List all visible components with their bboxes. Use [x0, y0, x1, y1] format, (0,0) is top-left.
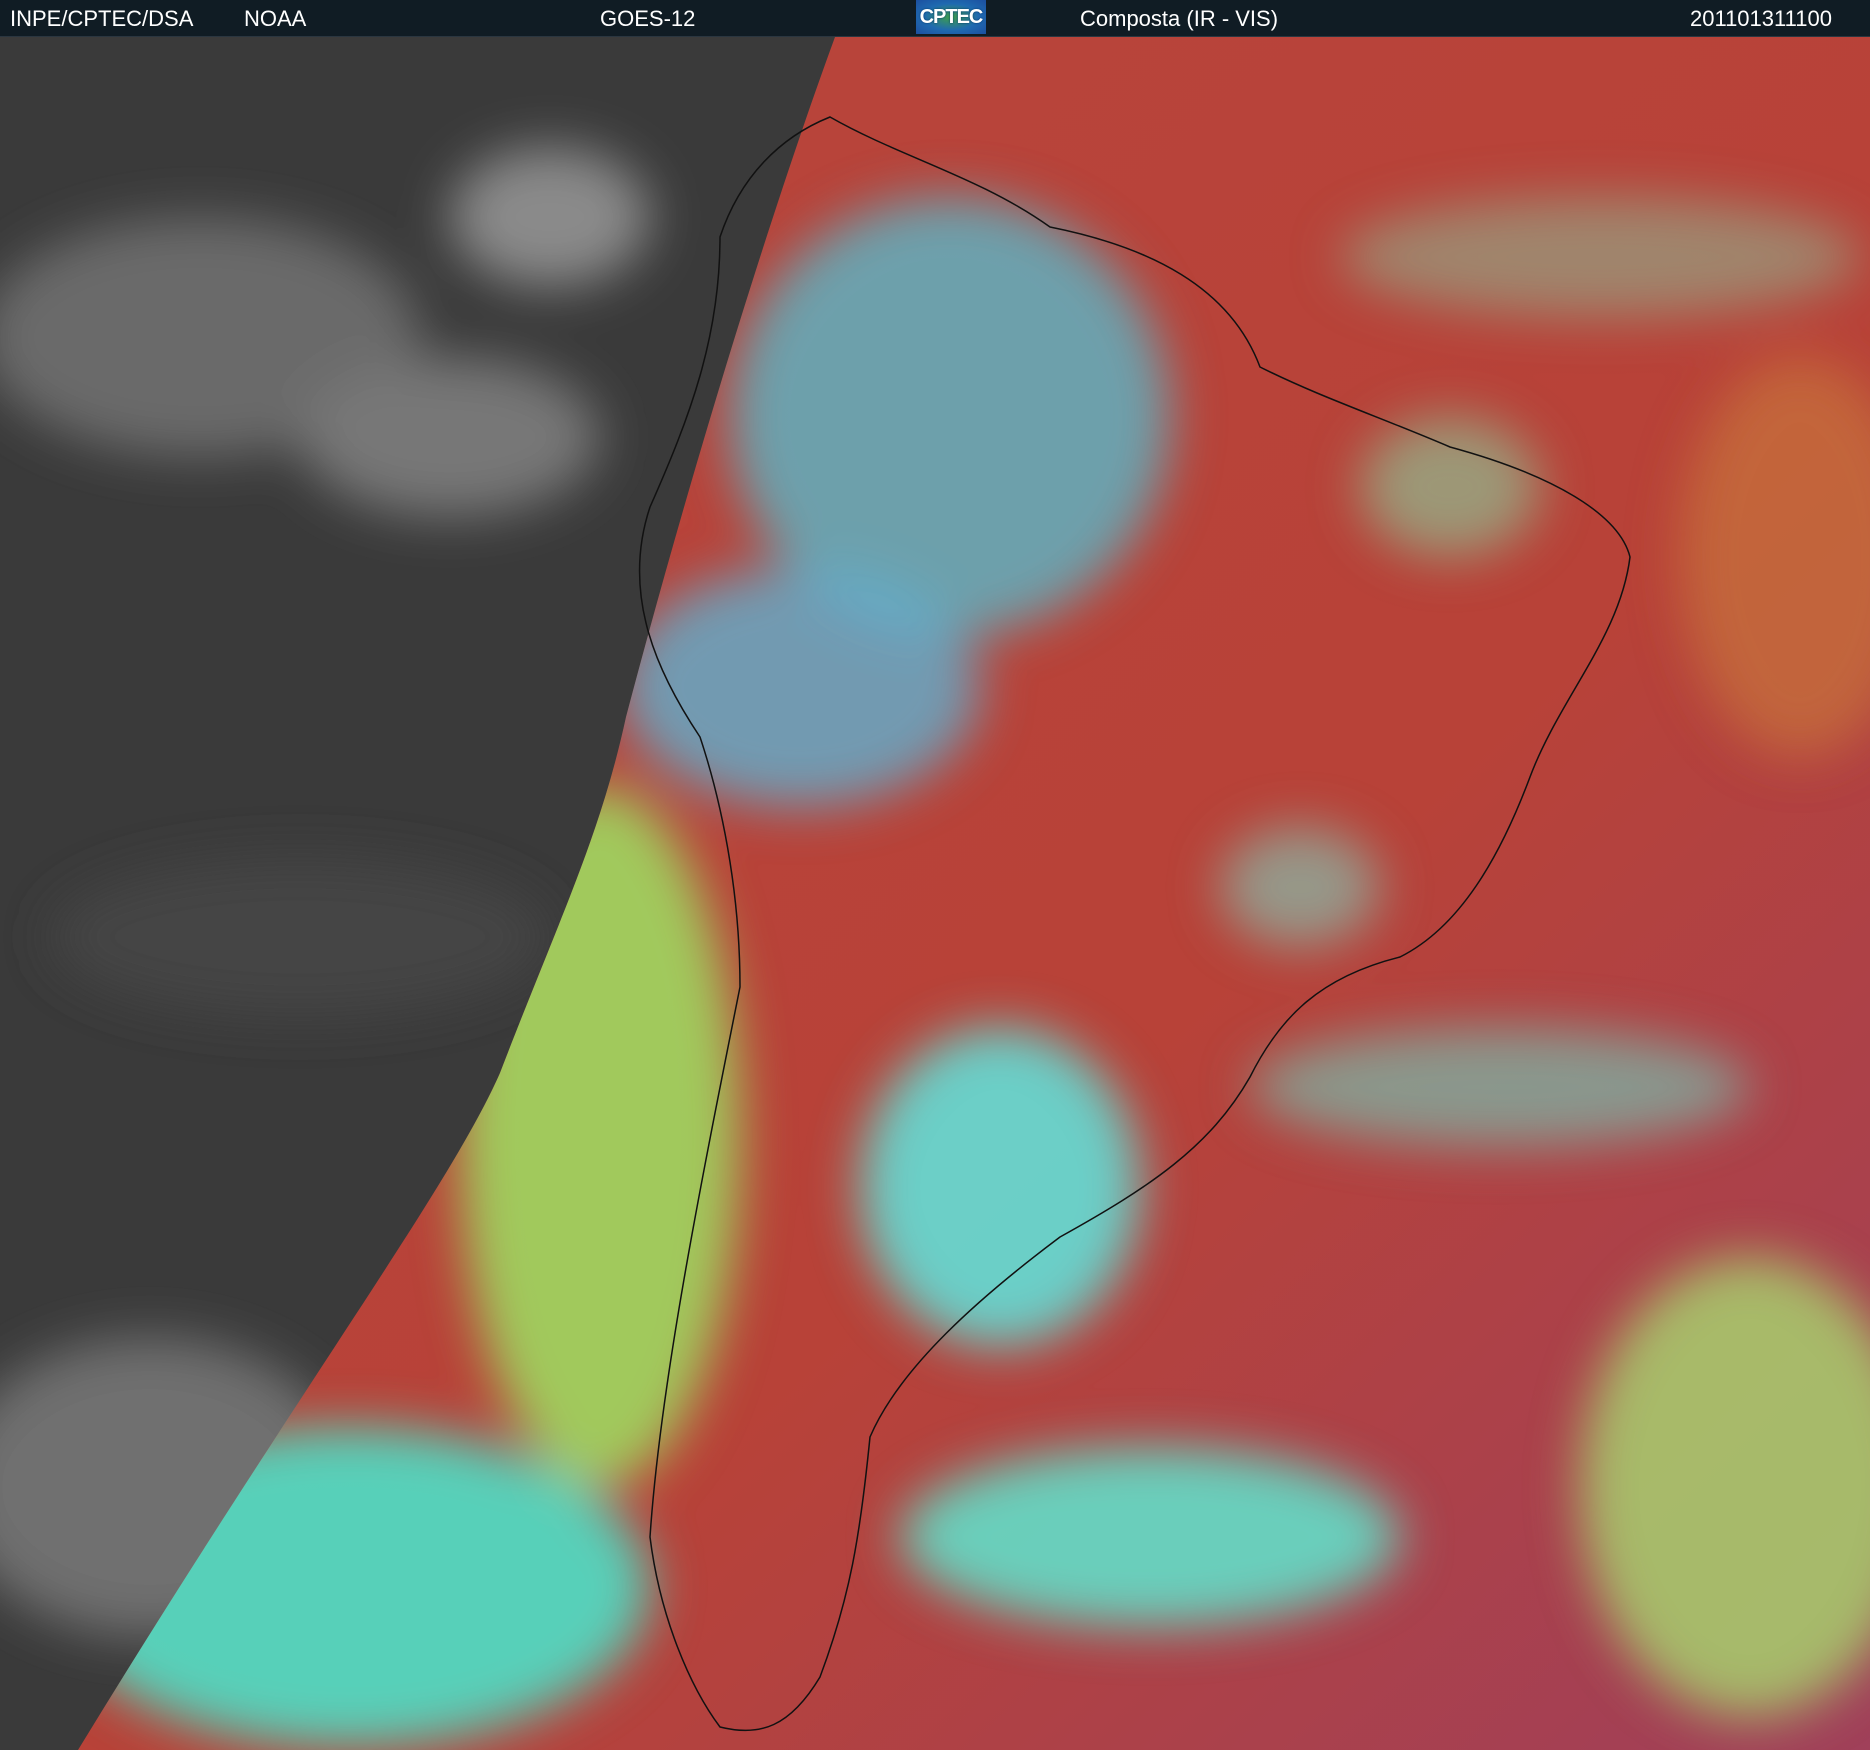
satellite-label: GOES-12	[600, 6, 696, 31]
header-bar: INPE/CPTEC/DSA NOAA GOES-12 CPTEC Compos…	[0, 0, 1870, 37]
source-label: NOAA	[244, 6, 307, 31]
product-label: Composta (IR - VIS)	[1080, 6, 1279, 31]
satellite-image	[0, 37, 1870, 1750]
agency-label: INPE/CPTEC/DSA	[10, 6, 194, 31]
timestamp-label: 201101311100	[1690, 6, 1832, 31]
cptec-logo: CPTEC	[916, 0, 986, 34]
